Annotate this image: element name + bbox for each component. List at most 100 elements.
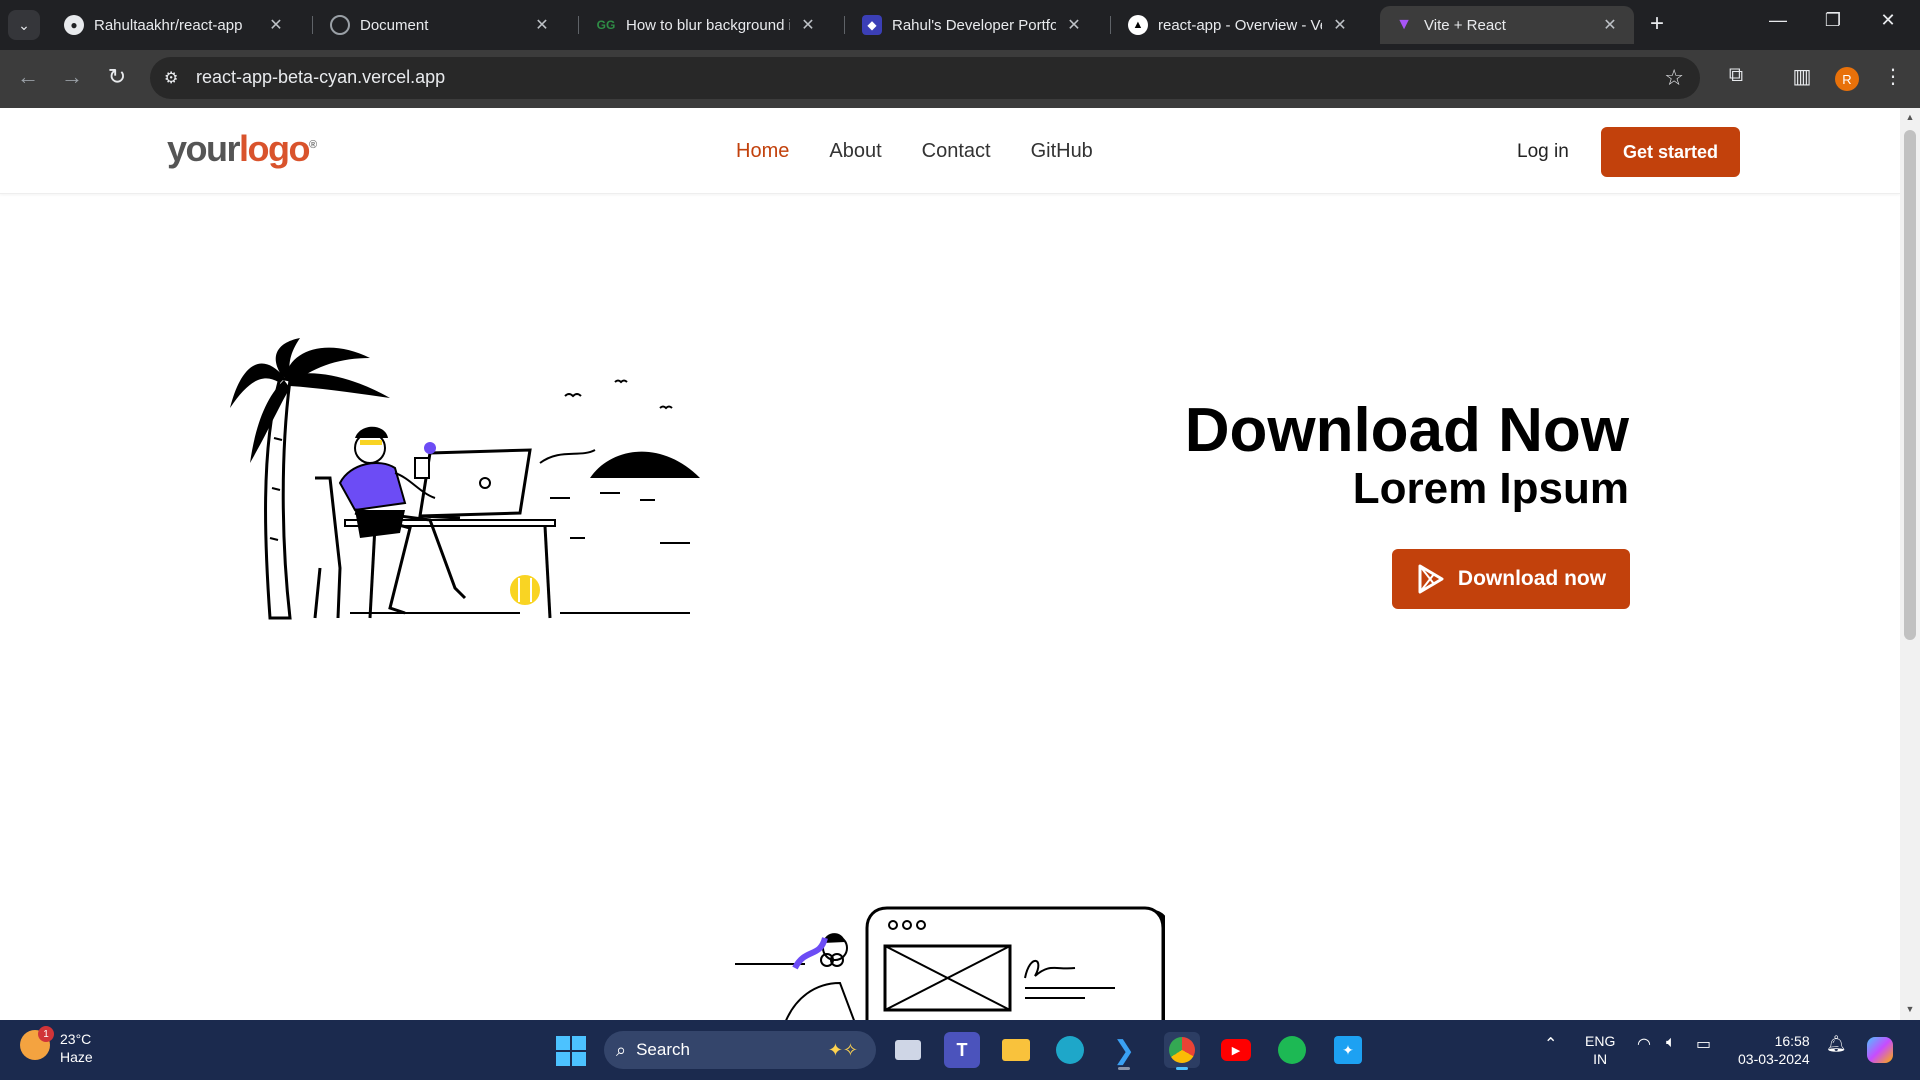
- close-icon[interactable]: ✕: [1330, 15, 1350, 35]
- download-now-button[interactable]: Download now: [1392, 549, 1630, 609]
- close-icon[interactable]: ✕: [1064, 15, 1084, 35]
- browser-tab-strip: ⌄ ● Rahultaakhr/react-app ✕ Document ✕ G…: [0, 0, 1920, 50]
- nav-home[interactable]: Home: [736, 140, 789, 163]
- site-logo[interactable]: yourlogo®: [167, 128, 317, 170]
- site-info-icon[interactable]: ⚙: [164, 68, 178, 88]
- scroll-down-icon[interactable]: ▼: [1904, 1004, 1916, 1014]
- tab-title: react-app - Overview - Ver: [1158, 16, 1322, 34]
- close-window-icon[interactable]: ✕: [1868, 10, 1908, 31]
- download-button-label: Download now: [1457, 567, 1607, 590]
- tab-separator: [1110, 16, 1111, 34]
- vite-icon: ▼: [1396, 16, 1412, 33]
- tab-title: Document: [360, 16, 429, 34]
- taskbar-search[interactable]: ⌕ Search ✦✧: [604, 1031, 876, 1069]
- restore-icon[interactable]: ❐: [1813, 10, 1853, 31]
- main-nav: Home About Contact GitHub: [736, 140, 1093, 163]
- copilot-icon[interactable]: [1862, 1032, 1898, 1068]
- weather-widget[interactable]: 1 23°C Haze: [20, 1026, 93, 1066]
- menu-kebab-icon[interactable]: ⋮: [1878, 64, 1908, 89]
- volume-icon[interactable]: 🔈︎: [1666, 1034, 1676, 1052]
- nav-github[interactable]: GitHub: [1031, 140, 1093, 163]
- side-panel-icon[interactable]: ▥: [1787, 64, 1817, 89]
- vercel-icon: ▲: [1128, 15, 1148, 35]
- language-line-1: ENG: [1585, 1033, 1616, 1049]
- close-icon[interactable]: ✕: [798, 15, 818, 35]
- close-icon[interactable]: ✕: [266, 15, 286, 35]
- extensions-icon[interactable]: ⧉: [1721, 64, 1751, 87]
- tab-title: Rahultaakhr/react-app: [94, 16, 243, 34]
- weather-temp: 23°C: [60, 1031, 92, 1047]
- url-text[interactable]: react-app-beta-cyan.vercel.app: [196, 67, 445, 88]
- play-store-icon: [1418, 564, 1444, 594]
- tab-title: Vite + React: [1424, 16, 1506, 34]
- tab-title: Rahul's Developer Portfolio: [892, 16, 1056, 34]
- hero-subtitle: Lorem Ipsum: [1352, 464, 1629, 513]
- twitter-icon[interactable]: ✦: [1330, 1032, 1366, 1068]
- language-line-2: IN: [1593, 1051, 1608, 1067]
- search-icon: ⌕: [616, 1039, 627, 1060]
- scroll-up-icon[interactable]: ▲: [1904, 112, 1916, 122]
- wifi-icon[interactable]: ◠: [1637, 1034, 1651, 1054]
- copilot-sparkle-icon: ✦✧: [827, 1039, 858, 1060]
- system-clock[interactable]: 16:58 03-03-2024: [1738, 1032, 1810, 1068]
- logo-part-2: logo: [239, 128, 310, 169]
- page-viewport: yourlogo® Home About Contact GitHub Log …: [0, 108, 1900, 1020]
- youtube-icon[interactable]: ▶: [1218, 1032, 1254, 1068]
- bookmark-star-icon[interactable]: ☆: [1664, 65, 1684, 91]
- close-icon[interactable]: ✕: [1600, 15, 1620, 35]
- spotify-icon[interactable]: [1274, 1032, 1310, 1068]
- hero-title: Download Now: [1184, 396, 1629, 465]
- browser-tab[interactable]: Document ✕: [316, 6, 566, 44]
- tab-separator: [844, 16, 845, 34]
- browser-tab-active[interactable]: ▼ Vite + React ✕: [1380, 6, 1634, 44]
- new-tab-button[interactable]: +: [1650, 12, 1664, 36]
- tab-title: How to blur background in: [626, 16, 790, 34]
- edge-icon[interactable]: [1052, 1032, 1088, 1068]
- browser-tab[interactable]: ◆ Rahul's Developer Portfolio ✕: [848, 6, 1098, 44]
- nav-about[interactable]: About: [829, 140, 881, 163]
- browser-tab[interactable]: GG How to blur background in ✕: [582, 6, 832, 44]
- back-icon[interactable]: ←: [13, 64, 43, 90]
- browser-tab[interactable]: ▲ react-app - Overview - Ver ✕: [1114, 6, 1364, 44]
- tab-separator: [578, 16, 579, 34]
- reload-icon[interactable]: ↻: [102, 64, 132, 90]
- gfg-icon: GG: [596, 18, 616, 32]
- weather-badge: 1: [38, 1026, 54, 1042]
- teams-icon[interactable]: T: [944, 1032, 980, 1068]
- notification-bell-icon[interactable]: 🔔︎: [1826, 1034, 1846, 1054]
- show-hidden-icons-chevron-icon[interactable]: ⌃: [1544, 1034, 1557, 1054]
- logo-registered-mark: ®: [309, 139, 318, 151]
- minimize-icon[interactable]: —: [1758, 10, 1798, 31]
- task-view-icon[interactable]: [890, 1032, 926, 1068]
- hero-heading-group: Download Now Lorem Ipsum: [1185, 396, 1629, 512]
- taskbar: 1 23°C Haze ⌕ Search ✦✧ T ❯ ▶ ✦ ⌃ ENG IN…: [0, 1020, 1920, 1080]
- search-placeholder: Search: [636, 1040, 690, 1059]
- weather-condition: Haze: [60, 1049, 93, 1065]
- address-bar[interactable]: ⚙ react-app-beta-cyan.vercel.app ☆: [150, 57, 1700, 99]
- haze-weather-icon: 1: [20, 1026, 54, 1060]
- github-icon: ●: [64, 15, 84, 35]
- forward-icon[interactable]: →: [57, 64, 87, 90]
- scroll-thumb[interactable]: [1904, 130, 1916, 640]
- get-started-button[interactable]: Get started: [1601, 127, 1740, 177]
- profile-avatar[interactable]: R: [1835, 67, 1859, 91]
- chrome-icon[interactable]: [1164, 1032, 1200, 1070]
- web-design-illustration: [735, 906, 1165, 1020]
- logo-part-1: your: [167, 128, 241, 169]
- site-header: yourlogo® Home About Contact GitHub Log …: [0, 108, 1900, 194]
- clock-date: 03-03-2024: [1738, 1051, 1810, 1067]
- nav-contact[interactable]: Contact: [922, 140, 991, 163]
- portfolio-icon: ◆: [862, 15, 882, 35]
- browser-tab[interactable]: ● Rahultaakhr/react-app ✕: [50, 6, 300, 44]
- tab-search-button[interactable]: ⌄: [8, 10, 40, 40]
- language-indicator[interactable]: ENG IN: [1585, 1032, 1615, 1068]
- close-icon[interactable]: ✕: [532, 15, 552, 35]
- login-link[interactable]: Log in: [1517, 141, 1569, 163]
- globe-icon: [330, 15, 350, 35]
- tab-separator: [312, 16, 313, 34]
- vscode-icon[interactable]: ❯: [1106, 1032, 1142, 1070]
- windows-start-icon[interactable]: [556, 1036, 586, 1066]
- battery-icon[interactable]: ▭: [1696, 1034, 1711, 1054]
- page-scrollbar[interactable]: ▲ ▼: [1900, 108, 1920, 1020]
- file-explorer-icon[interactable]: [998, 1032, 1034, 1068]
